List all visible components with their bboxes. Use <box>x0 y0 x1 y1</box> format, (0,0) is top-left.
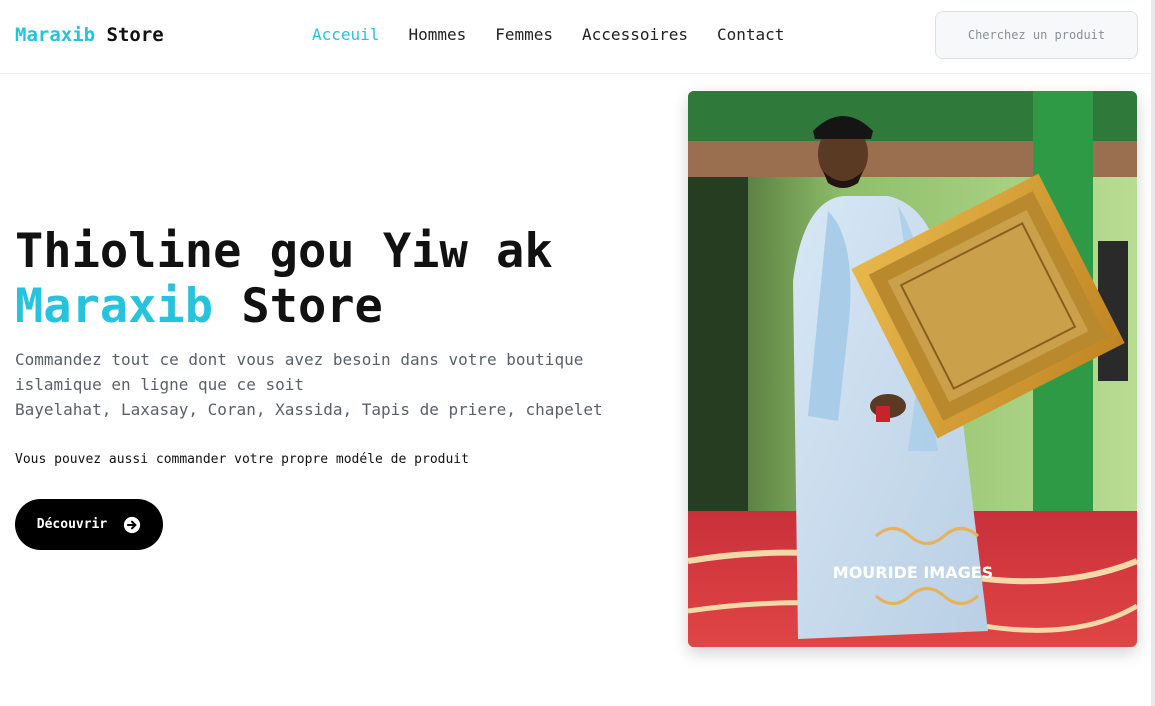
navbar: Maraxib Store Acceuil Hommes Femmes Acce… <box>0 0 1155 74</box>
discover-button-label: Découvrir <box>36 517 108 532</box>
brand-accent: Maraxib <box>15 24 96 46</box>
hero-note: Vous pouvez aussi commander votre propre… <box>15 452 469 467</box>
hero-title-line1: Thioline gou Yiw ak <box>15 224 553 279</box>
hero-description-line1: Commandez tout ce dont vous avez besoin … <box>15 350 584 369</box>
hero-title: Thioline gou Yiw ak Maraxib Store <box>15 224 553 334</box>
discover-button[interactable]: Découvrir <box>15 499 163 550</box>
page-scrollbar[interactable] <box>1151 0 1155 706</box>
hero-description: Commandez tout ce dont vous avez besoin … <box>15 347 655 422</box>
watermark-text: MOURIDE IMAGES <box>833 563 993 582</box>
nav-link-hommes[interactable]: Hommes <box>408 25 466 44</box>
hero-title-accent: Maraxib <box>15 279 214 334</box>
hero-description-line2: islamique en ligne que ce soit <box>15 375 304 394</box>
hero-photo: MOURIDE IMAGES <box>688 91 1137 647</box>
search-input[interactable] <box>935 11 1138 59</box>
nav-link-femmes[interactable]: Femmes <box>495 25 553 44</box>
nav-link-acceuil[interactable]: Acceuil <box>312 25 379 44</box>
brand-rest: Store <box>106 24 164 46</box>
brand-logo[interactable]: Maraxib Store <box>15 24 164 46</box>
hero-image: MOURIDE IMAGES <box>688 91 1137 647</box>
hero-description-line3: Bayelahat, Laxasay, Coran, Xassida, Tapi… <box>15 400 603 419</box>
nav-link-accessoires[interactable]: Accessoires <box>582 25 688 44</box>
hero-title-rest: Store <box>241 279 383 334</box>
arrow-right-circle-icon <box>124 516 141 533</box>
nav-link-contact[interactable]: Contact <box>717 25 784 44</box>
main-nav: Acceuil Hommes Femmes Accessoires Contac… <box>312 25 784 44</box>
